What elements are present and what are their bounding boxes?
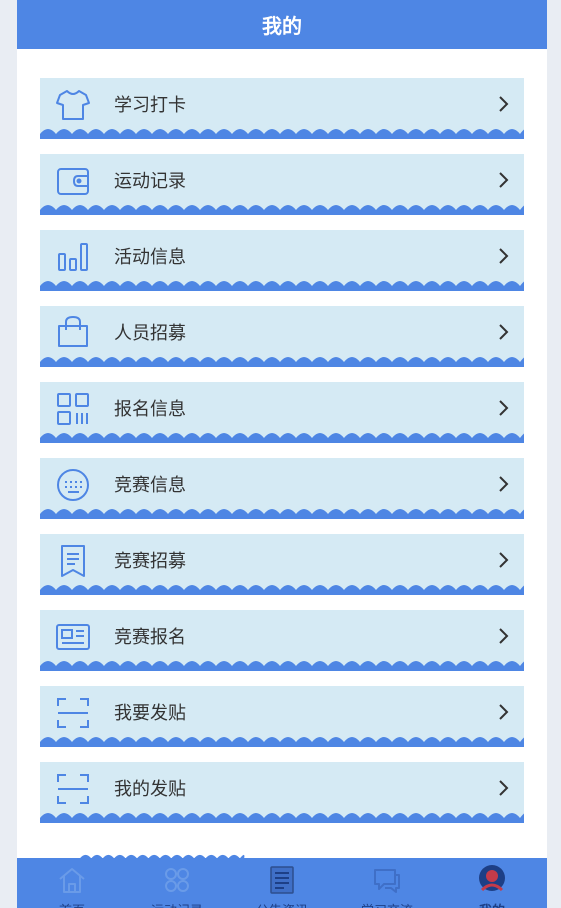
avatar-icon (479, 865, 505, 892)
wave-border (40, 813, 524, 823)
menu-item-competition-recruitment[interactable]: 竞赛招募 (40, 534, 524, 595)
menu-item-label: 学习打卡 (114, 95, 186, 116)
chevron-right-icon (496, 94, 510, 114)
menu-list: 学习打卡 运动记录 活动信息 人员招募 报名信息 竞赛信息 竞赛招募 竞赛报名 … (40, 78, 524, 838)
app-frame: 我的 学习打卡 运动记录 活动信息 人员招募 报名信息 竞赛信息 竞赛招募 竞赛… (17, 0, 547, 908)
wave-border (40, 205, 524, 215)
menu-item-label: 人员招募 (114, 323, 186, 344)
bottom-tab-bar: 首页 运动记录 公告资讯 学习交流 (17, 858, 547, 908)
bookmark-icon (54, 542, 92, 580)
tab-mine[interactable]: 我的 (447, 858, 537, 908)
menu-item-label: 竞赛招募 (114, 551, 186, 572)
wave-border (40, 433, 524, 443)
menu-item-label: 我要发贴 (114, 703, 186, 724)
menu-item-activity-info[interactable]: 活动信息 (40, 230, 524, 291)
scan-icon (54, 770, 92, 808)
menu-item-label: 运动记录 (114, 171, 186, 192)
tab-label: 首页 (27, 900, 117, 908)
menu-item-registration-info[interactable]: 报名信息 (40, 382, 524, 443)
tab-study-exchange[interactable]: 学习交流 (342, 858, 432, 908)
news-icon (270, 866, 294, 894)
menu-item-exercise-record[interactable]: 运动记录 (40, 154, 524, 215)
wave-border (40, 509, 524, 519)
wave-border (40, 661, 524, 671)
keyboard-icon (54, 466, 92, 504)
tab-label: 运动记录 (132, 900, 222, 908)
chevron-right-icon (496, 246, 510, 266)
menu-item-competition-registration[interactable]: 竞赛报名 (40, 610, 524, 671)
menu-item-label: 竞赛报名 (114, 627, 186, 648)
menu-item-label: 竞赛信息 (114, 475, 186, 496)
chevron-right-icon (496, 474, 510, 494)
page-title: 我的 (262, 14, 302, 38)
menu-item-label: 活动信息 (114, 247, 186, 268)
wave-border (40, 737, 524, 747)
bag-icon (54, 314, 92, 352)
qr-code-icon (54, 390, 92, 428)
wave-border (40, 357, 524, 367)
menu-item-new-post[interactable]: 我要发贴 (40, 686, 524, 747)
grid-icon (165, 868, 189, 892)
chevron-right-icon (496, 702, 510, 722)
id-card-icon (54, 618, 92, 656)
chevron-right-icon (496, 170, 510, 190)
wave-border (40, 281, 524, 291)
wave-border (40, 129, 524, 139)
page-header: 我的 (17, 0, 547, 49)
tshirt-icon (54, 86, 92, 124)
tab-home[interactable]: 首页 (27, 858, 117, 908)
bar-chart-icon (54, 238, 92, 276)
tab-label: 公告资讯 (237, 900, 327, 908)
wave-border (40, 585, 524, 595)
tab-exercise-record[interactable]: 运动记录 (132, 858, 222, 908)
tab-label: 学习交流 (342, 900, 432, 908)
chevron-right-icon (496, 778, 510, 798)
menu-item-competition-info[interactable]: 竞赛信息 (40, 458, 524, 519)
chevron-right-icon (496, 322, 510, 342)
menu-item-label: 我的发贴 (114, 779, 186, 800)
chevron-right-icon (496, 398, 510, 418)
tab-announcements[interactable]: 公告资讯 (237, 858, 327, 908)
menu-item-label: 报名信息 (114, 399, 186, 420)
chevron-right-icon (496, 550, 510, 570)
menu-item-my-posts[interactable]: 我的发贴 (40, 762, 524, 823)
menu-item-recruitment[interactable]: 人员招募 (40, 306, 524, 367)
chevron-right-icon (496, 626, 510, 646)
menu-item-study-checkin[interactable]: 学习打卡 (40, 78, 524, 139)
chat-icon (374, 869, 400, 893)
tab-label: 我的 (447, 900, 537, 908)
home-icon (59, 868, 85, 893)
wallet-icon (54, 162, 92, 200)
scan-icon (54, 694, 92, 732)
